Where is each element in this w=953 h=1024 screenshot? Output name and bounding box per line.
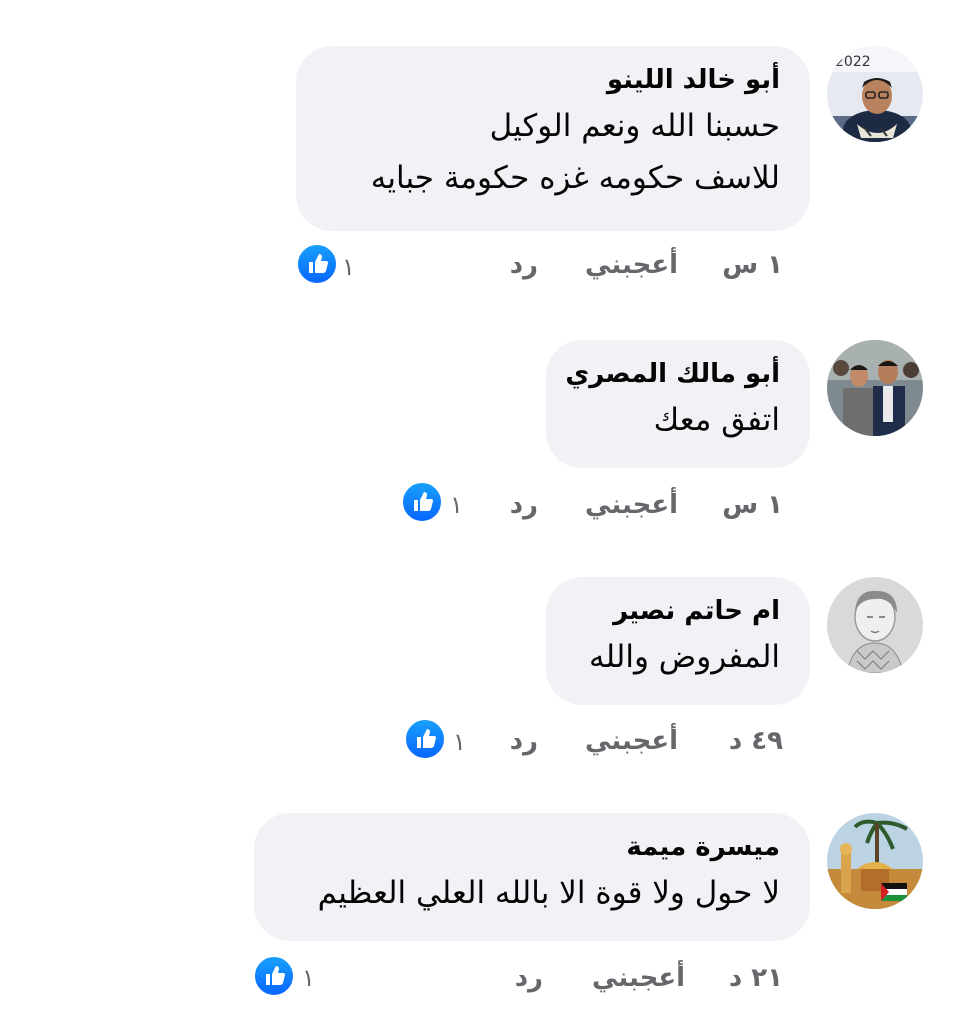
comment-text-line: لا حول ولا قوة الا بالله العلي العظيم [317, 875, 780, 911]
comment-bubble: ميسرة ميمة لا حول ولا قوة الا بالله العل… [254, 813, 810, 941]
reply-button[interactable]: رد [515, 963, 543, 993]
reaction-count[interactable]: ١ [302, 964, 315, 992]
comment-author[interactable]: ميسرة ميمة [288, 827, 780, 867]
thumbs-up-icon[interactable] [252, 954, 296, 998]
avatar-image [827, 813, 923, 909]
avatar[interactable] [827, 813, 923, 909]
comment-actions: ٢١ د أعجبني رد [0, 963, 953, 1007]
comment-time[interactable]: ٢١ د [729, 963, 783, 993]
like-button[interactable]: أعجبني [592, 963, 685, 993]
comment-4: ميسرة ميمة لا حول ولا قوة الا بالله العل… [0, 0, 953, 1024]
